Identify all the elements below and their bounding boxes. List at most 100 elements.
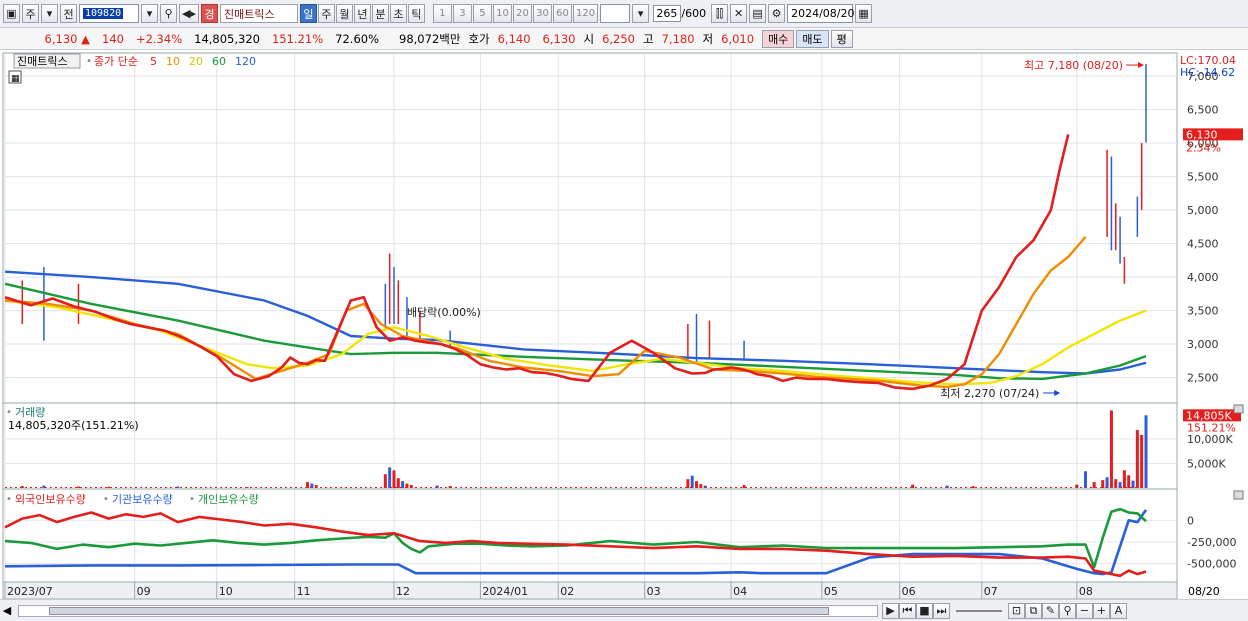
x-axis-label: 09 bbox=[137, 585, 151, 598]
main-menu-dropdown-icon[interactable]: ▾ bbox=[41, 4, 58, 23]
volume-panel-border bbox=[2, 402, 1178, 490]
ma-legend-10: 10 bbox=[166, 55, 180, 68]
price-axis: 2,5003,0003,5004,0004,5005,0005,5006,000… bbox=[1187, 70, 1219, 384]
volume-bar bbox=[690, 475, 694, 488]
volume-bar bbox=[42, 485, 46, 488]
count-field[interactable]: 265 /600 bbox=[651, 4, 709, 23]
candle-type-icon[interactable]: ⫿⫿ bbox=[711, 4, 729, 23]
volume-bar bbox=[1144, 415, 1148, 488]
quote-bar: 6,130 ▲ 140 +2.34% 14,805,320 151.21% 72… bbox=[0, 28, 1248, 50]
volume-bar bbox=[383, 474, 387, 488]
x-axis-label: 06 bbox=[902, 585, 916, 598]
prev-button[interactable]: 전 bbox=[60, 4, 77, 23]
last-icon[interactable]: ⏭ bbox=[933, 602, 950, 619]
price-tag-value: 6,130 bbox=[1186, 128, 1218, 141]
main-menu-button[interactable]: 주 bbox=[22, 4, 39, 23]
x-axis-label: 02 bbox=[560, 585, 574, 598]
bid-price: 6,140 bbox=[497, 31, 531, 46]
hc-label: HC:-14.62 bbox=[1180, 66, 1235, 79]
play-icon[interactable]: ▶ bbox=[882, 602, 899, 619]
gear-icon[interactable]: ⚙ bbox=[768, 4, 786, 23]
draw-icon[interactable]: ✎ bbox=[1042, 602, 1059, 619]
minus-icon[interactable]: − bbox=[1076, 602, 1093, 619]
scroll-thumb[interactable] bbox=[49, 606, 829, 615]
price-tick-label: 6,500 bbox=[1187, 104, 1219, 117]
volume-bar bbox=[971, 486, 975, 488]
date-input[interactable]: 2024/08/20 bbox=[787, 4, 855, 23]
date-value: 2024/08/20 bbox=[791, 7, 855, 20]
holdings-panel: 0-250,000-500,000 • 외국인보유수량 • 기관보유수량 • 개인보유수량 bbox=[2, 488, 1244, 583]
holdings-legend-0: 외국인보유수량 bbox=[15, 493, 86, 506]
moving-averages bbox=[4, 134, 1147, 391]
period-tab-3[interactable]: 년 bbox=[353, 4, 371, 23]
x-axis-label: 12 bbox=[396, 585, 410, 598]
crosshair-icon[interactable]: ✕ bbox=[730, 4, 748, 23]
interval-tab-5[interactable]: 5 bbox=[472, 4, 492, 23]
save-icon[interactable]: ▤ bbox=[749, 4, 767, 23]
stock-code-input[interactable]: 109820 bbox=[79, 4, 139, 23]
period-tab-0[interactable]: 일 bbox=[299, 4, 317, 23]
volume-bar bbox=[1131, 480, 1135, 488]
period-tab-1[interactable]: 주 bbox=[317, 4, 335, 23]
count-total: /600 bbox=[681, 7, 707, 20]
period-tab-5[interactable]: 초 bbox=[389, 4, 407, 23]
code-dropdown-icon[interactable]: ▾ bbox=[141, 4, 158, 23]
volume-bar bbox=[1083, 471, 1087, 488]
interval-tab-1[interactable]: 1 bbox=[432, 4, 452, 23]
price-tick-label: 5,000 bbox=[1187, 204, 1219, 217]
low-label: 저 bbox=[702, 31, 714, 46]
interval-dropdown-icon[interactable]: ▾ bbox=[632, 4, 650, 23]
volume-legend-bullet: • bbox=[6, 407, 12, 418]
interval-tab-60[interactable]: 60 bbox=[552, 4, 572, 23]
open-label: 시 bbox=[583, 31, 595, 46]
stock-name-field: 진매트릭스 bbox=[219, 4, 298, 23]
low-arrow-head bbox=[1054, 389, 1061, 396]
period-tab-6[interactable]: 틱 bbox=[407, 4, 425, 23]
interval-tab-10[interactable]: 10 bbox=[492, 4, 512, 23]
sell-button[interactable]: 매도 bbox=[796, 29, 829, 48]
interval-custom-input[interactable] bbox=[600, 4, 631, 23]
plus-icon[interactable]: + bbox=[1093, 602, 1110, 619]
interval-tab-30[interactable]: 30 bbox=[532, 4, 552, 23]
zoom-icon[interactable]: ⚲ bbox=[1059, 602, 1076, 619]
count-input[interactable]: 265 bbox=[653, 5, 682, 22]
stock-name: 진매트릭스 bbox=[223, 7, 275, 21]
stop-icon[interactable]: ■ bbox=[916, 602, 933, 619]
x-axis-label: 2023/07 bbox=[7, 585, 53, 598]
window-icon[interactable]: ▣ bbox=[3, 4, 20, 23]
eval-button[interactable]: 평 bbox=[830, 29, 853, 48]
font-icon[interactable]: A bbox=[1110, 602, 1127, 619]
scroll-left-icon[interactable]: ◀ bbox=[0, 604, 14, 617]
speaker-icon[interactable]: ◀▸ bbox=[179, 4, 199, 23]
zoom-slider[interactable] bbox=[956, 609, 1002, 612]
volume-close-icon[interactable] bbox=[1233, 404, 1244, 414]
volume-bar bbox=[1122, 470, 1126, 488]
amount: 98,072백만 bbox=[399, 31, 461, 46]
volume-bar bbox=[686, 479, 690, 488]
volume-tick-label: 10,000K bbox=[1187, 433, 1233, 446]
x-axis-label: 11 bbox=[297, 585, 311, 598]
ma-legend-120: 120 bbox=[235, 55, 256, 68]
interval-tab-20[interactable]: 20 bbox=[512, 4, 532, 23]
holdings-close-icon[interactable] bbox=[1233, 490, 1244, 500]
calendar-icon[interactable]: ▦ bbox=[855, 4, 873, 23]
search-icon[interactable]: ⚲ bbox=[160, 4, 177, 23]
volume-panel: 5,000K 10,000K • 거래량 14,805,320주(151.21%)… bbox=[2, 402, 1244, 490]
ma20-line bbox=[4, 299, 1147, 386]
volume-current: 14,805,320주(151.21%) bbox=[8, 419, 139, 432]
stock-chart[interactable]: 2,5003,0003,5004,0004,5005,0005,5006,000… bbox=[0, 51, 1248, 621]
interval-tab-3[interactable]: 3 bbox=[452, 4, 472, 23]
price-tag-pct: 2.34% bbox=[1186, 141, 1221, 154]
horizontal-scrollbar[interactable] bbox=[18, 604, 878, 617]
ma-legend-60: 60 bbox=[212, 55, 226, 68]
period-tab-4[interactable]: 분 bbox=[371, 4, 389, 23]
tile-icon[interactable]: ⧉ bbox=[1025, 602, 1042, 619]
event-annotation: 배당락(0.00%) bbox=[407, 306, 481, 319]
volume-title: 거래량 bbox=[15, 406, 45, 419]
x-axis-label: 2024/01 bbox=[482, 585, 528, 598]
period-tab-2[interactable]: 월 bbox=[335, 4, 353, 23]
layout-icon[interactable]: ⊡ bbox=[1008, 602, 1025, 619]
interval-tab-120[interactable]: 120 bbox=[572, 4, 599, 23]
buy-button[interactable]: 매수 bbox=[762, 29, 795, 48]
first-icon[interactable]: ⏮ bbox=[899, 602, 916, 619]
